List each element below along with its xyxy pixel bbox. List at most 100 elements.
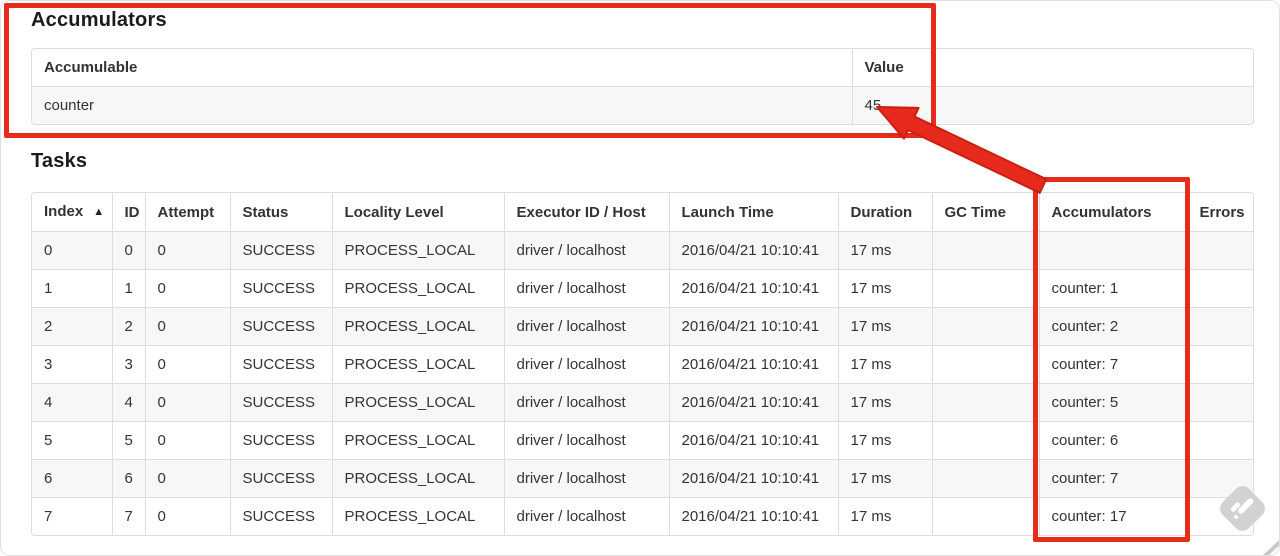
cell-locality-level: PROCESS_LOCAL — [331, 307, 504, 346]
column-header-status[interactable]: Status — [229, 193, 332, 232]
task-row-0: 0 0 0 SUCCESS PROCESS_LOCAL driver / loc… — [32, 231, 1253, 270]
column-header-launch-time[interactable]: Launch Time — [668, 193, 838, 232]
cell-attempt: 0 — [144, 383, 230, 422]
cell-duration: 17 ms — [837, 307, 932, 346]
cell-gc-time — [931, 307, 1039, 346]
cell-index: 2 — [32, 307, 112, 346]
cell-gc-time — [931, 497, 1039, 535]
cell-errors — [1186, 269, 1253, 308]
cell-executor-id-host: driver / localhost — [503, 307, 669, 346]
cell-status: SUCCESS — [229, 307, 332, 346]
cell-index: 7 — [32, 497, 112, 535]
cell-errors — [1186, 307, 1253, 346]
cell-status: SUCCESS — [229, 269, 332, 308]
cell-gc-time — [931, 459, 1039, 498]
column-header-errors[interactable]: Errors — [1186, 193, 1253, 232]
cell-attempt: 0 — [144, 421, 230, 460]
accumulators-table: Accumulable Value counter 45 — [31, 48, 1254, 125]
cell-duration: 17 ms — [837, 269, 932, 308]
cell-id: 3 — [111, 345, 145, 384]
cell-gc-time — [931, 231, 1039, 270]
cell-gc-time — [931, 269, 1039, 308]
task-row-1: 1 1 0 SUCCESS PROCESS_LOCAL driver / loc… — [32, 269, 1253, 308]
accumulable-value-cell: 45 — [851, 86, 1253, 124]
cell-executor-id-host: driver / localhost — [503, 345, 669, 384]
column-header-duration[interactable]: Duration — [837, 193, 932, 232]
cell-launch-time: 2016/04/21 10:10:41 — [668, 497, 838, 535]
cell-errors — [1186, 421, 1253, 460]
cell-launch-time: 2016/04/21 10:10:41 — [668, 459, 838, 498]
cell-duration: 17 ms — [837, 231, 932, 270]
cell-executor-id-host: driver / localhost — [503, 269, 669, 308]
cell-launch-time: 2016/04/21 10:10:41 — [668, 307, 838, 346]
column-header-gc-time[interactable]: GC Time — [931, 193, 1039, 232]
task-row-6: 6 6 0 SUCCESS PROCESS_LOCAL driver / loc… — [32, 459, 1253, 498]
cell-id: 6 — [111, 459, 145, 498]
cell-executor-id-host: driver / localhost — [503, 383, 669, 422]
cell-attempt: 0 — [144, 307, 230, 346]
cell-gc-time — [931, 383, 1039, 422]
value-column-header: Value — [851, 49, 1253, 87]
cell-locality-level: PROCESS_LOCAL — [331, 497, 504, 535]
cell-launch-time: 2016/04/21 10:10:41 — [668, 383, 838, 422]
cell-launch-time: 2016/04/21 10:10:41 — [668, 269, 838, 308]
accumulators-section-heading: Accumulators — [31, 9, 167, 31]
cell-executor-id-host: driver / localhost — [503, 421, 669, 460]
cell-launch-time: 2016/04/21 10:10:41 — [668, 421, 838, 460]
cell-duration: 17 ms — [837, 497, 932, 535]
cell-attempt: 0 — [144, 345, 230, 384]
cell-executor-id-host: driver / localhost — [503, 459, 669, 498]
cell-accumulators: counter: 1 — [1038, 269, 1187, 308]
cell-id: 5 — [111, 421, 145, 460]
column-header-accumulators[interactable]: Accumulators — [1038, 193, 1187, 232]
accumulators-header-row: Accumulable Value — [32, 49, 1253, 87]
cell-status: SUCCESS — [229, 345, 332, 384]
cell-locality-level: PROCESS_LOCAL — [331, 231, 504, 270]
cell-id: 0 — [111, 231, 145, 270]
cell-accumulators: counter: 7 — [1038, 459, 1187, 498]
cell-id: 7 — [111, 497, 145, 535]
cell-accumulators — [1038, 231, 1187, 270]
task-row-2: 2 2 0 SUCCESS PROCESS_LOCAL driver / loc… — [32, 307, 1253, 346]
column-header-attempt[interactable]: Attempt — [144, 193, 230, 232]
cell-locality-level: PROCESS_LOCAL — [331, 345, 504, 384]
cell-accumulators: counter: 6 — [1038, 421, 1187, 460]
cell-errors — [1186, 231, 1253, 270]
cell-id: 2 — [111, 307, 145, 346]
cell-locality-level: PROCESS_LOCAL — [331, 421, 504, 460]
cell-status: SUCCESS — [229, 459, 332, 498]
cell-accumulators: counter: 2 — [1038, 307, 1187, 346]
cell-executor-id-host: driver / localhost — [503, 231, 669, 270]
tasks-section-heading: Tasks — [31, 150, 88, 172]
cell-index: 5 — [32, 421, 112, 460]
cell-attempt: 0 — [144, 231, 230, 270]
cell-duration: 17 ms — [837, 345, 932, 384]
column-header-index[interactable]: Index ▲ — [32, 193, 112, 232]
cell-errors — [1186, 383, 1253, 422]
cell-executor-id-host: driver / localhost — [503, 497, 669, 535]
accumulable-name-cell: counter — [32, 86, 852, 124]
column-header-executor-id-host[interactable]: Executor ID / Host — [503, 193, 669, 232]
task-row-7: 7 7 0 SUCCESS PROCESS_LOCAL driver / loc… — [32, 497, 1253, 535]
task-row-4: 4 4 0 SUCCESS PROCESS_LOCAL driver / loc… — [32, 383, 1253, 422]
accumulator-row: counter 45 — [32, 86, 1253, 124]
cell-index: 3 — [32, 345, 112, 384]
cell-duration: 17 ms — [837, 383, 932, 422]
column-header-id[interactable]: ID — [111, 193, 145, 232]
cell-locality-level: PROCESS_LOCAL — [331, 269, 504, 308]
cell-launch-time: 2016/04/21 10:10:41 — [668, 231, 838, 270]
sort-ascending-icon: ▲ — [93, 206, 105, 218]
cell-attempt: 0 — [144, 269, 230, 308]
cell-id: 1 — [111, 269, 145, 308]
accumulable-column-header: Accumulable — [44, 59, 138, 76]
cell-status: SUCCESS — [229, 383, 332, 422]
tasks-table: Index ▲ ID Attempt Status Locality Level … — [31, 192, 1254, 536]
column-header-locality-level[interactable]: Locality Level — [331, 193, 504, 232]
cell-gc-time — [931, 421, 1039, 460]
cell-duration: 17 ms — [837, 459, 932, 498]
cell-status: SUCCESS — [229, 231, 332, 270]
cell-index: 0 — [32, 231, 112, 270]
cell-accumulators: counter: 7 — [1038, 345, 1187, 384]
cell-accumulators: counter: 5 — [1038, 383, 1187, 422]
tasks-header-row: Index ▲ ID Attempt Status Locality Level … — [32, 193, 1253, 232]
